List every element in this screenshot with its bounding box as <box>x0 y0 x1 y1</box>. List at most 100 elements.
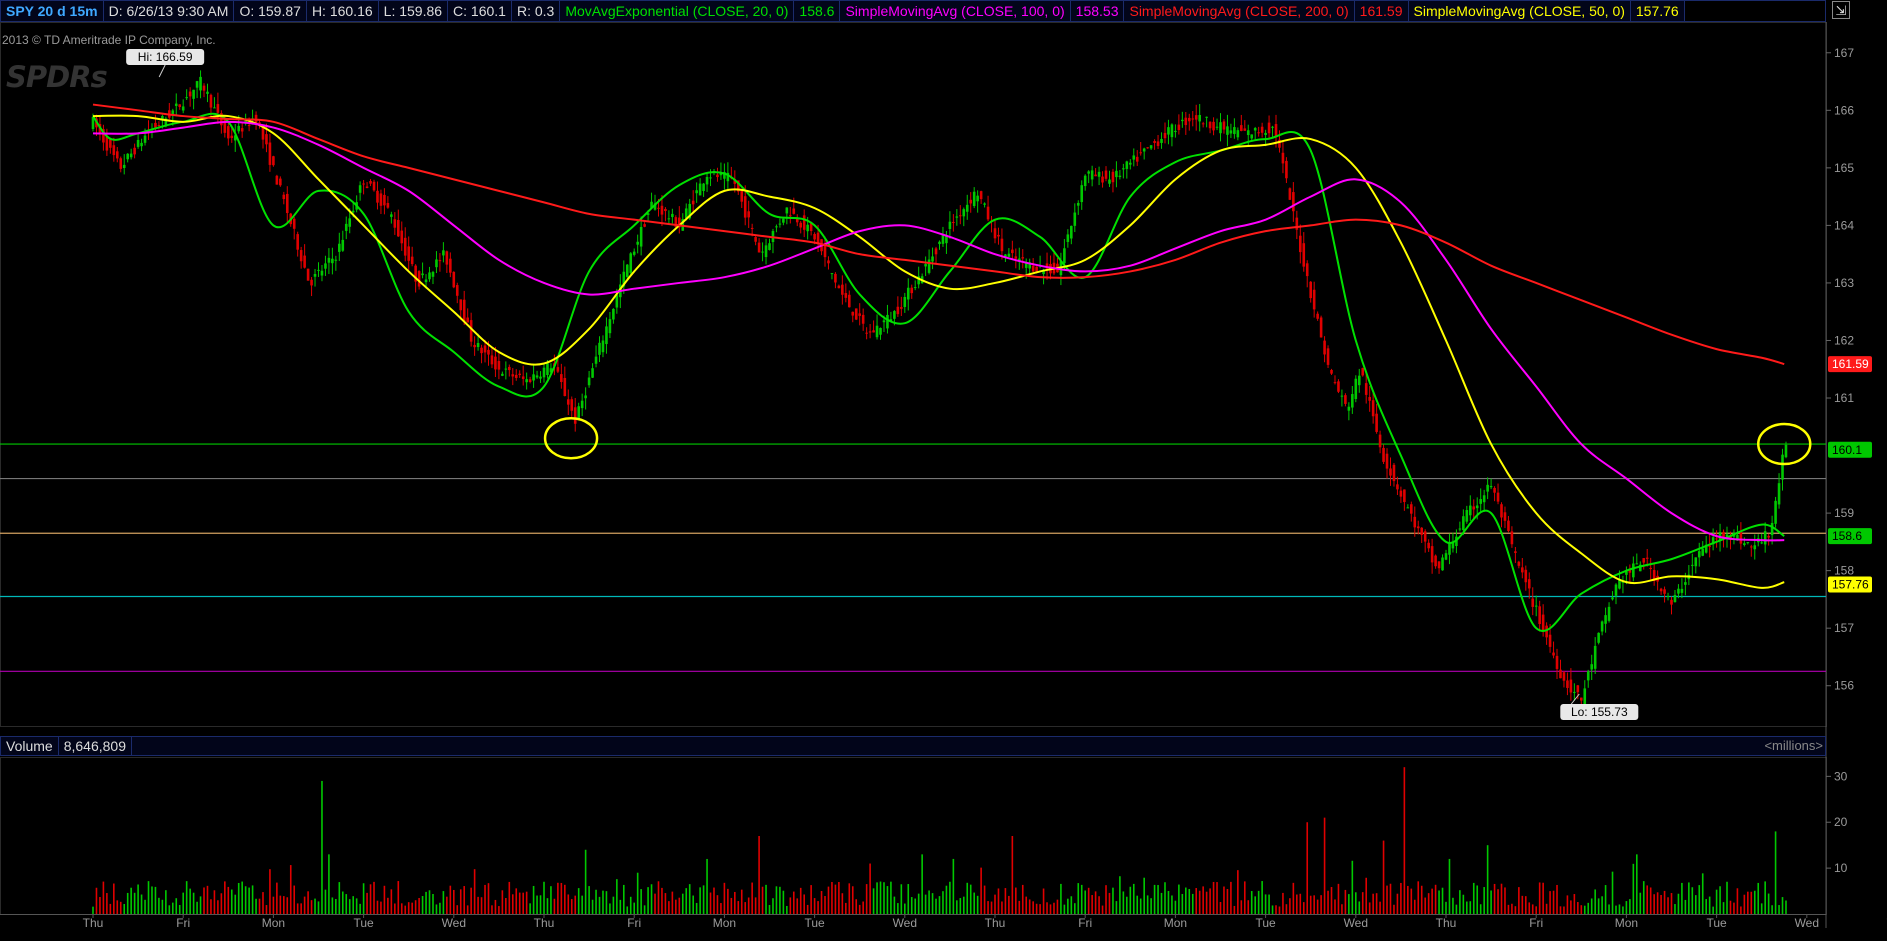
candle-body <box>837 285 841 289</box>
volume-bar <box>1344 889 1347 914</box>
volume-bar <box>1112 887 1114 914</box>
volume-bar <box>997 888 1000 914</box>
candle-body <box>174 103 178 106</box>
volume-bar <box>883 882 885 914</box>
candle-body <box>1201 123 1205 125</box>
volume-bar <box>387 897 389 914</box>
candle-body <box>573 407 577 424</box>
volume-bar <box>1570 900 1572 914</box>
volume-bar <box>1577 902 1579 914</box>
candle-body <box>459 299 463 311</box>
candle-body <box>327 257 331 263</box>
volume-bar <box>92 906 94 914</box>
volume-bar <box>1028 899 1031 914</box>
copyright-text: 2013 © TD Ameritrade IP Company, Inc. <box>2 33 216 47</box>
candle-body <box>514 374 518 378</box>
volume-bar <box>990 901 993 914</box>
volume-bar <box>820 891 823 914</box>
candle-body <box>955 216 959 218</box>
candle-body <box>487 349 490 355</box>
candle-body <box>445 251 449 265</box>
candle-body <box>1063 248 1066 264</box>
candle-body <box>351 210 355 213</box>
volume-bar <box>296 903 299 914</box>
candle-body <box>1330 369 1333 374</box>
candle-body <box>282 194 286 200</box>
volume-bar <box>425 891 427 914</box>
volume-bar <box>459 889 462 914</box>
candle-body <box>275 175 279 185</box>
volume-bar <box>494 899 497 914</box>
volume-label[interactable]: Volume <box>1 737 59 755</box>
candle-body <box>969 199 973 204</box>
candle-body <box>1541 614 1545 631</box>
volume-bar <box>224 881 226 914</box>
candle-body <box>1371 400 1375 417</box>
volume-bar <box>1472 882 1475 914</box>
volume-bar <box>1531 904 1534 914</box>
candle-body <box>369 181 372 184</box>
candle-body <box>1378 434 1382 448</box>
candle-body <box>671 213 674 218</box>
candle-body <box>216 104 220 113</box>
candle-body <box>886 314 889 329</box>
volume-bar <box>1001 901 1003 914</box>
volume-bar <box>928 890 930 914</box>
day-label: Fri <box>176 916 190 930</box>
volume-bar <box>400 903 403 914</box>
volume-bar <box>1250 891 1253 914</box>
volume-bar <box>210 899 212 914</box>
volume-bar <box>810 885 812 914</box>
volume-bar <box>140 894 143 914</box>
volume-bar <box>876 882 878 914</box>
volume-bar <box>643 905 646 914</box>
candle-body <box>1316 313 1319 319</box>
candle-body <box>1510 531 1514 545</box>
candle-body <box>768 243 771 250</box>
candle-body <box>1132 155 1136 160</box>
volume-bar <box>380 901 382 914</box>
volume-bar <box>1590 898 1593 914</box>
candle-body <box>1246 130 1250 136</box>
candle-body <box>1462 516 1465 531</box>
volume-bar <box>1084 890 1086 914</box>
day-label: Wed <box>1344 916 1368 930</box>
candle-body <box>906 287 910 300</box>
volume-bar <box>303 896 306 914</box>
volume-bar <box>463 886 466 914</box>
candle-body <box>1403 489 1406 503</box>
candle-body <box>1271 126 1274 128</box>
candle-body <box>1416 526 1420 529</box>
candle-body <box>827 260 830 264</box>
volume-bar <box>1708 896 1711 914</box>
volume-bar <box>1694 895 1697 914</box>
candle-body <box>1770 522 1774 536</box>
volume-bar <box>1559 906 1562 914</box>
volume-bar <box>1545 903 1548 914</box>
candle-body <box>157 124 161 126</box>
volume-bar <box>369 884 372 914</box>
volume-bar <box>1136 895 1139 914</box>
candle-body <box>813 233 816 240</box>
candle-body <box>341 239 345 251</box>
volume-bar <box>931 893 934 914</box>
candle-body <box>494 356 497 370</box>
volume-bar <box>709 892 712 914</box>
day-label: Tue <box>1255 916 1276 930</box>
candle-body <box>410 256 414 265</box>
volume-bar <box>1219 901 1222 914</box>
volume-bar <box>421 896 424 914</box>
volume-bar <box>1528 902 1531 914</box>
volume-bar <box>872 888 875 914</box>
candle-body <box>1642 558 1646 563</box>
day-label: Mon <box>1164 916 1187 930</box>
volume-bar <box>855 899 858 914</box>
candle-body <box>1468 505 1472 516</box>
candle-body <box>1396 484 1399 490</box>
volume-bar <box>477 896 479 914</box>
candle-body <box>473 344 476 348</box>
candle-body <box>1163 132 1167 139</box>
volume-bar <box>1636 854 1638 914</box>
volume-bar <box>893 896 896 914</box>
price-volume-chart[interactable]: 167 166 165 164 163 162 161 159 158 157 156 30 20 10 T… <box>0 0 1887 941</box>
